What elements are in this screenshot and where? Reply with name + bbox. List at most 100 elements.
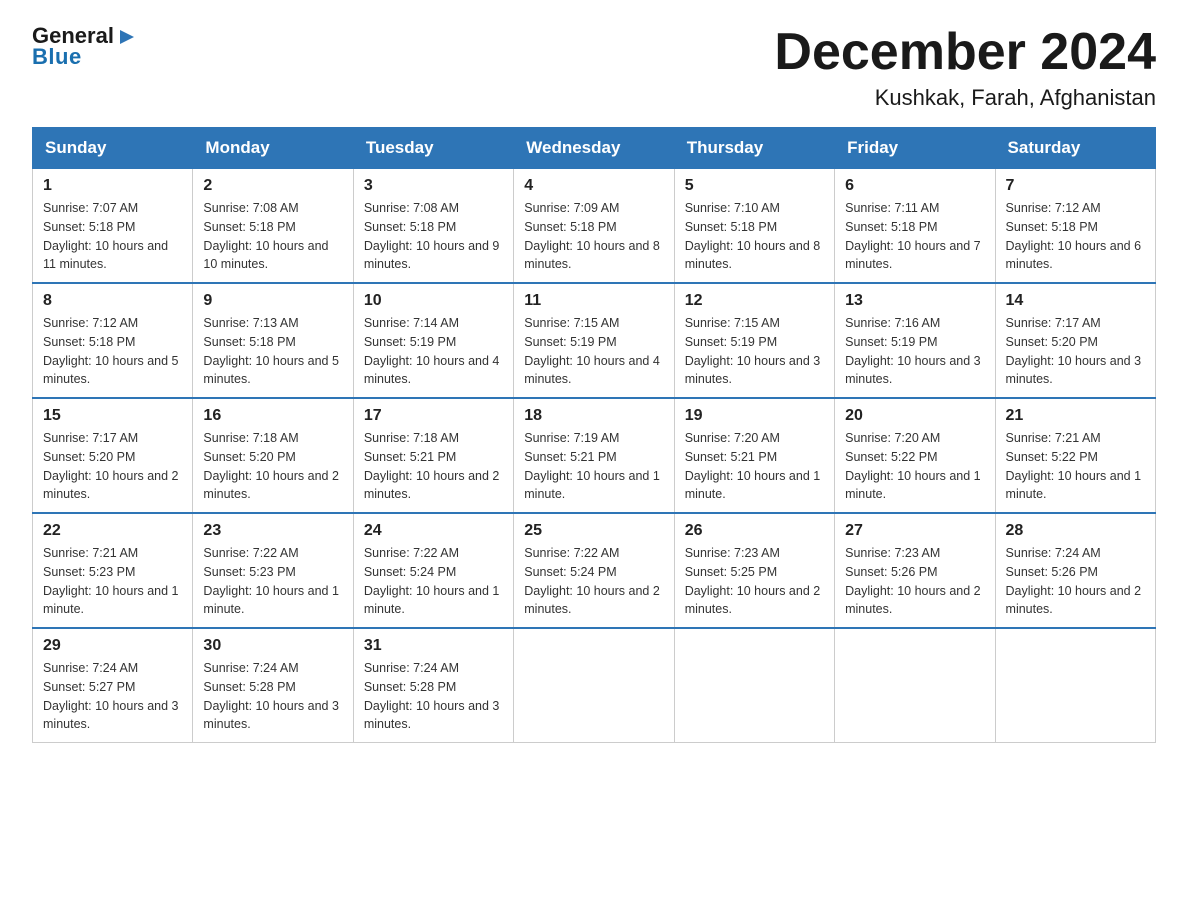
day-info: Sunrise: 7:14 AM Sunset: 5:19 PM Dayligh… — [364, 314, 503, 389]
calendar-cell: 11 Sunrise: 7:15 AM Sunset: 5:19 PM Dayl… — [514, 283, 674, 398]
day-info: Sunrise: 7:24 AM Sunset: 5:26 PM Dayligh… — [1006, 544, 1145, 619]
page-header: General Blue December 2024 Kushkak, Fara… — [32, 24, 1156, 111]
calendar-cell: 22 Sunrise: 7:21 AM Sunset: 5:23 PM Dayl… — [33, 513, 193, 628]
calendar-cell: 5 Sunrise: 7:10 AM Sunset: 5:18 PM Dayli… — [674, 169, 834, 284]
calendar-cell: 30 Sunrise: 7:24 AM Sunset: 5:28 PM Dayl… — [193, 628, 353, 743]
calendar-header-row: Sunday Monday Tuesday Wednesday Thursday… — [33, 128, 1156, 169]
day-number: 5 — [685, 177, 824, 195]
day-number: 11 — [524, 292, 663, 310]
day-info: Sunrise: 7:17 AM Sunset: 5:20 PM Dayligh… — [1006, 314, 1145, 389]
header-saturday: Saturday — [995, 128, 1155, 169]
day-number: 13 — [845, 292, 984, 310]
calendar-cell: 10 Sunrise: 7:14 AM Sunset: 5:19 PM Dayl… — [353, 283, 513, 398]
day-info: Sunrise: 7:09 AM Sunset: 5:18 PM Dayligh… — [524, 199, 663, 274]
day-info: Sunrise: 7:10 AM Sunset: 5:18 PM Dayligh… — [685, 199, 824, 274]
calendar-week-5: 29 Sunrise: 7:24 AM Sunset: 5:27 PM Dayl… — [33, 628, 1156, 743]
day-info: Sunrise: 7:12 AM Sunset: 5:18 PM Dayligh… — [43, 314, 182, 389]
calendar-cell: 20 Sunrise: 7:20 AM Sunset: 5:22 PM Dayl… — [835, 398, 995, 513]
day-info: Sunrise: 7:24 AM Sunset: 5:28 PM Dayligh… — [203, 659, 342, 734]
day-info: Sunrise: 7:18 AM Sunset: 5:21 PM Dayligh… — [364, 429, 503, 504]
calendar-cell — [674, 628, 834, 743]
calendar-cell: 31 Sunrise: 7:24 AM Sunset: 5:28 PM Dayl… — [353, 628, 513, 743]
day-info: Sunrise: 7:07 AM Sunset: 5:18 PM Dayligh… — [43, 199, 182, 274]
day-info: Sunrise: 7:22 AM Sunset: 5:23 PM Dayligh… — [203, 544, 342, 619]
day-info: Sunrise: 7:22 AM Sunset: 5:24 PM Dayligh… — [524, 544, 663, 619]
day-number: 30 — [203, 637, 342, 655]
calendar-cell: 8 Sunrise: 7:12 AM Sunset: 5:18 PM Dayli… — [33, 283, 193, 398]
day-number: 24 — [364, 522, 503, 540]
header-thursday: Thursday — [674, 128, 834, 169]
calendar-subtitle: Kushkak, Farah, Afghanistan — [774, 85, 1156, 111]
calendar-cell: 3 Sunrise: 7:08 AM Sunset: 5:18 PM Dayli… — [353, 169, 513, 284]
header-monday: Monday — [193, 128, 353, 169]
day-number: 22 — [43, 522, 182, 540]
day-info: Sunrise: 7:18 AM Sunset: 5:20 PM Dayligh… — [203, 429, 342, 504]
day-info: Sunrise: 7:21 AM Sunset: 5:22 PM Dayligh… — [1006, 429, 1145, 504]
calendar-cell: 24 Sunrise: 7:22 AM Sunset: 5:24 PM Dayl… — [353, 513, 513, 628]
day-number: 10 — [364, 292, 503, 310]
calendar-cell: 26 Sunrise: 7:23 AM Sunset: 5:25 PM Dayl… — [674, 513, 834, 628]
day-info: Sunrise: 7:08 AM Sunset: 5:18 PM Dayligh… — [203, 199, 342, 274]
calendar-cell — [995, 628, 1155, 743]
title-block: December 2024 Kushkak, Farah, Afghanista… — [774, 24, 1156, 111]
calendar-week-1: 1 Sunrise: 7:07 AM Sunset: 5:18 PM Dayli… — [33, 169, 1156, 284]
day-number: 18 — [524, 407, 663, 425]
calendar-cell: 25 Sunrise: 7:22 AM Sunset: 5:24 PM Dayl… — [514, 513, 674, 628]
calendar-cell: 7 Sunrise: 7:12 AM Sunset: 5:18 PM Dayli… — [995, 169, 1155, 284]
day-number: 2 — [203, 177, 342, 195]
day-number: 31 — [364, 637, 503, 655]
day-info: Sunrise: 7:20 AM Sunset: 5:21 PM Dayligh… — [685, 429, 824, 504]
calendar-cell: 9 Sunrise: 7:13 AM Sunset: 5:18 PM Dayli… — [193, 283, 353, 398]
day-number: 1 — [43, 177, 182, 195]
calendar-table: Sunday Monday Tuesday Wednesday Thursday… — [32, 127, 1156, 743]
logo-name-bottom: Blue — [32, 44, 82, 70]
day-number: 17 — [364, 407, 503, 425]
day-info: Sunrise: 7:21 AM Sunset: 5:23 PM Dayligh… — [43, 544, 182, 619]
day-number: 6 — [845, 177, 984, 195]
logo: General Blue — [32, 24, 138, 70]
calendar-week-2: 8 Sunrise: 7:12 AM Sunset: 5:18 PM Dayli… — [33, 283, 1156, 398]
calendar-cell: 28 Sunrise: 7:24 AM Sunset: 5:26 PM Dayl… — [995, 513, 1155, 628]
day-number: 23 — [203, 522, 342, 540]
day-number: 16 — [203, 407, 342, 425]
calendar-title: December 2024 — [774, 24, 1156, 81]
day-number: 27 — [845, 522, 984, 540]
day-number: 9 — [203, 292, 342, 310]
calendar-cell — [514, 628, 674, 743]
calendar-week-4: 22 Sunrise: 7:21 AM Sunset: 5:23 PM Dayl… — [33, 513, 1156, 628]
calendar-cell: 15 Sunrise: 7:17 AM Sunset: 5:20 PM Dayl… — [33, 398, 193, 513]
header-sunday: Sunday — [33, 128, 193, 169]
calendar-cell: 1 Sunrise: 7:07 AM Sunset: 5:18 PM Dayli… — [33, 169, 193, 284]
day-number: 19 — [685, 407, 824, 425]
day-info: Sunrise: 7:08 AM Sunset: 5:18 PM Dayligh… — [364, 199, 503, 274]
day-number: 3 — [364, 177, 503, 195]
logo-triangle-icon — [116, 26, 138, 48]
day-number: 4 — [524, 177, 663, 195]
day-number: 8 — [43, 292, 182, 310]
calendar-cell: 19 Sunrise: 7:20 AM Sunset: 5:21 PM Dayl… — [674, 398, 834, 513]
day-info: Sunrise: 7:11 AM Sunset: 5:18 PM Dayligh… — [845, 199, 984, 274]
calendar-cell: 17 Sunrise: 7:18 AM Sunset: 5:21 PM Dayl… — [353, 398, 513, 513]
header-tuesday: Tuesday — [353, 128, 513, 169]
day-info: Sunrise: 7:13 AM Sunset: 5:18 PM Dayligh… — [203, 314, 342, 389]
calendar-cell: 27 Sunrise: 7:23 AM Sunset: 5:26 PM Dayl… — [835, 513, 995, 628]
calendar-cell: 13 Sunrise: 7:16 AM Sunset: 5:19 PM Dayl… — [835, 283, 995, 398]
day-info: Sunrise: 7:15 AM Sunset: 5:19 PM Dayligh… — [685, 314, 824, 389]
calendar-cell: 29 Sunrise: 7:24 AM Sunset: 5:27 PM Dayl… — [33, 628, 193, 743]
calendar-cell: 14 Sunrise: 7:17 AM Sunset: 5:20 PM Dayl… — [995, 283, 1155, 398]
calendar-cell — [835, 628, 995, 743]
day-number: 15 — [43, 407, 182, 425]
day-number: 25 — [524, 522, 663, 540]
day-info: Sunrise: 7:24 AM Sunset: 5:27 PM Dayligh… — [43, 659, 182, 734]
day-number: 26 — [685, 522, 824, 540]
calendar-cell: 12 Sunrise: 7:15 AM Sunset: 5:19 PM Dayl… — [674, 283, 834, 398]
calendar-cell: 6 Sunrise: 7:11 AM Sunset: 5:18 PM Dayli… — [835, 169, 995, 284]
day-number: 20 — [845, 407, 984, 425]
calendar-cell: 16 Sunrise: 7:18 AM Sunset: 5:20 PM Dayl… — [193, 398, 353, 513]
day-info: Sunrise: 7:23 AM Sunset: 5:26 PM Dayligh… — [845, 544, 984, 619]
day-info: Sunrise: 7:20 AM Sunset: 5:22 PM Dayligh… — [845, 429, 984, 504]
calendar-week-3: 15 Sunrise: 7:17 AM Sunset: 5:20 PM Dayl… — [33, 398, 1156, 513]
day-info: Sunrise: 7:12 AM Sunset: 5:18 PM Dayligh… — [1006, 199, 1145, 274]
day-number: 21 — [1006, 407, 1145, 425]
calendar-cell: 18 Sunrise: 7:19 AM Sunset: 5:21 PM Dayl… — [514, 398, 674, 513]
